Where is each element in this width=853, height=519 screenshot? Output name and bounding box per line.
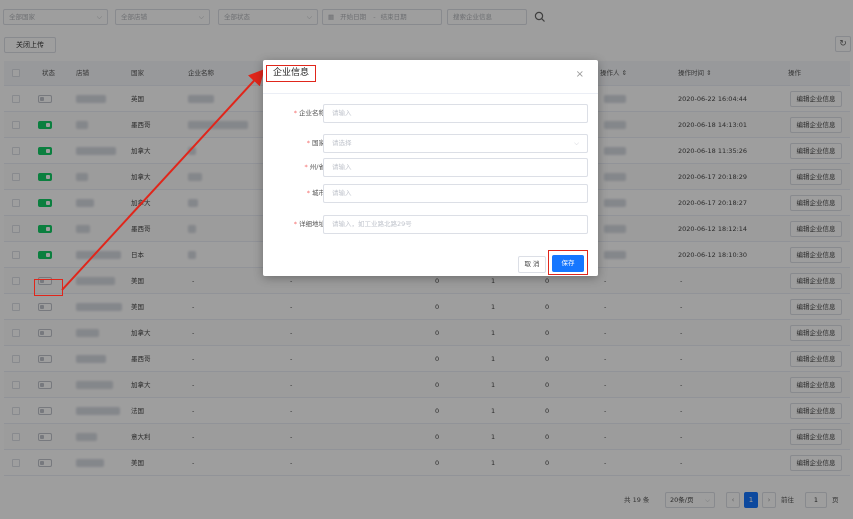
text-field[interactable]: 请输入 [323,184,588,203]
annotation-highlight-switch [34,279,63,296]
dialog-divider [263,93,598,94]
save-button[interactable]: 保存 [552,255,584,272]
cancel-button[interactable]: 取 消 [518,256,546,273]
field-label-text: 详细地址 [299,220,325,228]
company-info-dialog: 企业信息 × * 企业名称 请输入 * 国家 请选择 ⌵ * 州/省 请输入 * 城市 请输入 * 详细地址… [263,60,598,276]
dialog-title: 企业信息 [266,65,317,82]
form-row: * 州/省 请输入 [263,158,598,177]
field-label-text: 企业名称 [299,109,325,117]
field-placeholder: 请输入 [332,189,352,197]
country-select-field[interactable]: 请选择 ⌵ [323,134,588,153]
text-field[interactable]: 请输入 [323,158,588,177]
required-mark: * [306,189,310,197]
required-mark: * [306,139,310,147]
text-field[interactable]: 请输入，如工业路北路29号 [323,215,588,234]
form-row: * 国家 请选择 ⌵ [263,134,598,153]
field-label: * 详细地址 [294,215,325,234]
chevron-down-icon: ⌵ [574,139,579,147]
required-mark: * [293,220,297,228]
form-row: * 详细地址 请输入，如工业路北路29号 [263,215,598,234]
field-placeholder: 请选择 [332,139,352,147]
form-row: * 城市 请输入 [263,184,598,203]
field-placeholder: 请输入 [332,109,352,117]
field-label: * 州/省 [305,158,325,177]
field-placeholder: 请输入，如工业路北路29号 [332,220,412,228]
text-field[interactable]: 请输入 [323,104,588,123]
required-mark: * [304,163,308,171]
form-row: * 企业名称 请输入 [263,104,598,123]
field-placeholder: 请输入 [332,163,352,171]
field-label: * 企业名称 [294,104,325,123]
close-icon[interactable]: × [576,69,584,80]
required-mark: * [293,109,297,117]
